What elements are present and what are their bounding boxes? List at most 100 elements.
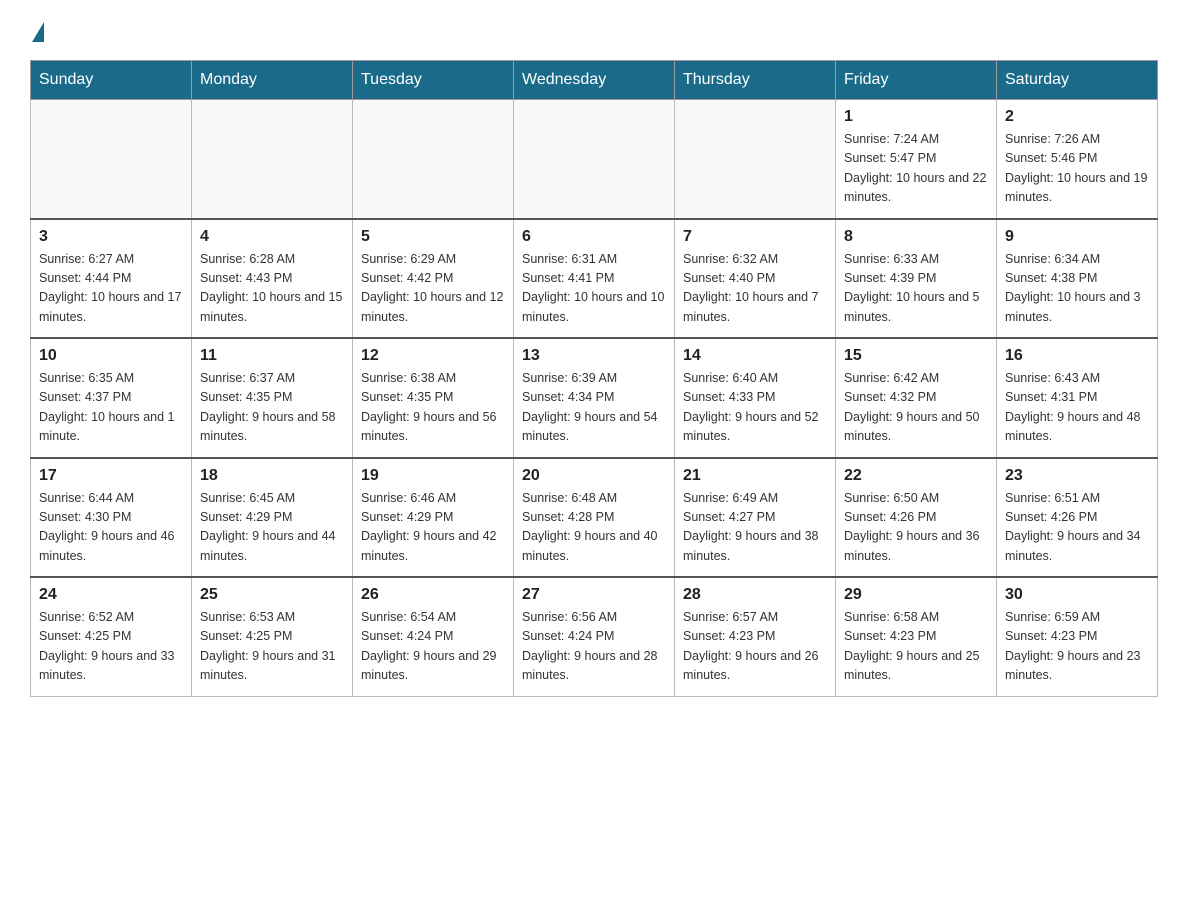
calendar-cell: 20 Sunrise: 6:48 AM Sunset: 4:28 PM Dayli… — [514, 458, 675, 578]
calendar-cell: 28Sunrise: 6:57 AM Sunset: 4:23 PM Dayli… — [675, 577, 836, 696]
day-number: 9 — [1005, 228, 1149, 246]
day-number: 25 — [200, 586, 344, 604]
day-number: 17 — [39, 467, 183, 485]
calendar-cell: 18 Sunrise: 6:45 AM Sunset: 4:29 PM Dayli… — [192, 458, 353, 578]
col-header-monday: Monday — [192, 61, 353, 100]
day-number: 12 — [361, 347, 505, 365]
calendar-cell: 23 Sunrise: 6:51 AM Sunset: 4:26 PM Dayli… — [997, 458, 1158, 578]
day-number: 14 — [683, 347, 827, 365]
calendar-cell: 25 Sunrise: 6:53 AM Sunset: 4:25 PM Dayli… — [192, 577, 353, 696]
day-number: 5 — [361, 228, 505, 246]
day-info: Sunrise: 6:29 AM Sunset: 4:42 PM Dayligh… — [361, 250, 505, 328]
day-info: Sunrise: 6:56 AM Sunset: 4:24 PM Dayligh… — [522, 608, 666, 686]
day-number: 20 — [522, 467, 666, 485]
day-info: Sunrise: 6:58 AM Sunset: 4:23 PM Dayligh… — [844, 608, 988, 686]
calendar-cell: 17 Sunrise: 6:44 AM Sunset: 4:30 PM Dayli… — [31, 458, 192, 578]
day-number: 15 — [844, 347, 988, 365]
calendar-cell: 3 Sunrise: 6:27 AM Sunset: 4:44 PM Daylig… — [31, 219, 192, 339]
day-info: Sunrise: 7:26 AM Sunset: 5:46 PM Dayligh… — [1005, 130, 1149, 208]
day-info: Sunrise: 6:35 AM Sunset: 4:37 PM Dayligh… — [39, 369, 183, 447]
day-info: Sunrise: 6:45 AM Sunset: 4:29 PM Dayligh… — [200, 489, 344, 567]
day-info: Sunrise: 6:54 AM Sunset: 4:24 PM Dayligh… — [361, 608, 505, 686]
calendar-cell: 14 Sunrise: 6:40 AM Sunset: 4:33 PM Dayli… — [675, 338, 836, 458]
calendar-cell: 10 Sunrise: 6:35 AM Sunset: 4:37 PM Dayli… — [31, 338, 192, 458]
day-info: Sunrise: 6:43 AM Sunset: 4:31 PM Dayligh… — [1005, 369, 1149, 447]
day-info: Sunrise: 6:39 AM Sunset: 4:34 PM Dayligh… — [522, 369, 666, 447]
day-info: Sunrise: 6:53 AM Sunset: 4:25 PM Dayligh… — [200, 608, 344, 686]
calendar-cell: 7Sunrise: 6:32 AM Sunset: 4:40 PM Daylig… — [675, 219, 836, 339]
day-number: 8 — [844, 228, 988, 246]
calendar-cell: 11Sunrise: 6:37 AM Sunset: 4:35 PM Dayli… — [192, 338, 353, 458]
day-number: 13 — [522, 347, 666, 365]
day-number: 6 — [522, 228, 666, 246]
day-number: 21 — [683, 467, 827, 485]
calendar-cell: 2 Sunrise: 7:26 AM Sunset: 5:46 PM Daylig… — [997, 100, 1158, 219]
day-info: Sunrise: 6:59 AM Sunset: 4:23 PM Dayligh… — [1005, 608, 1149, 686]
day-number: 24 — [39, 586, 183, 604]
calendar-cell: 9 Sunrise: 6:34 AM Sunset: 4:38 PM Daylig… — [997, 219, 1158, 339]
calendar-cell: 6 Sunrise: 6:31 AM Sunset: 4:41 PM Daylig… — [514, 219, 675, 339]
day-number: 30 — [1005, 586, 1149, 604]
day-info: Sunrise: 6:33 AM Sunset: 4:39 PM Dayligh… — [844, 250, 988, 328]
day-info: Sunrise: 6:44 AM Sunset: 4:30 PM Dayligh… — [39, 489, 183, 567]
calendar-cell — [675, 100, 836, 219]
day-info: Sunrise: 6:42 AM Sunset: 4:32 PM Dayligh… — [844, 369, 988, 447]
calendar-cell: 27 Sunrise: 6:56 AM Sunset: 4:24 PM Dayli… — [514, 577, 675, 696]
day-number: 1 — [844, 108, 988, 126]
calendar-cell: 19 Sunrise: 6:46 AM Sunset: 4:29 PM Dayli… — [353, 458, 514, 578]
day-number: 29 — [844, 586, 988, 604]
col-header-tuesday: Tuesday — [353, 61, 514, 100]
calendar-cell — [353, 100, 514, 219]
col-header-thursday: Thursday — [675, 61, 836, 100]
calendar-table: SundayMondayTuesdayWednesdayThursdayFrid… — [30, 60, 1158, 697]
day-info: Sunrise: 6:27 AM Sunset: 4:44 PM Dayligh… — [39, 250, 183, 328]
calendar-cell: 16 Sunrise: 6:43 AM Sunset: 4:31 PM Dayli… — [997, 338, 1158, 458]
day-number: 3 — [39, 228, 183, 246]
day-info: Sunrise: 6:38 AM Sunset: 4:35 PM Dayligh… — [361, 369, 505, 447]
calendar-cell: 30 Sunrise: 6:59 AM Sunset: 4:23 PM Dayli… — [997, 577, 1158, 696]
calendar-cell — [514, 100, 675, 219]
day-info: Sunrise: 6:28 AM Sunset: 4:43 PM Dayligh… — [200, 250, 344, 328]
calendar-cell: 1 Sunrise: 7:24 AM Sunset: 5:47 PM Daylig… — [836, 100, 997, 219]
day-number: 22 — [844, 467, 988, 485]
col-header-wednesday: Wednesday — [514, 61, 675, 100]
day-number: 7 — [683, 228, 827, 246]
col-header-friday: Friday — [836, 61, 997, 100]
day-info: Sunrise: 6:40 AM Sunset: 4:33 PM Dayligh… — [683, 369, 827, 447]
day-number: 18 — [200, 467, 344, 485]
calendar-cell — [192, 100, 353, 219]
calendar-cell: 5 Sunrise: 6:29 AM Sunset: 4:42 PM Daylig… — [353, 219, 514, 339]
day-number: 26 — [361, 586, 505, 604]
calendar-cell: 29 Sunrise: 6:58 AM Sunset: 4:23 PM Dayli… — [836, 577, 997, 696]
day-number: 27 — [522, 586, 666, 604]
day-number: 10 — [39, 347, 183, 365]
calendar-cell: 24Sunrise: 6:52 AM Sunset: 4:25 PM Dayli… — [31, 577, 192, 696]
logo — [30, 20, 46, 40]
day-info: Sunrise: 7:24 AM Sunset: 5:47 PM Dayligh… — [844, 130, 988, 208]
day-info: Sunrise: 6:51 AM Sunset: 4:26 PM Dayligh… — [1005, 489, 1149, 567]
day-info: Sunrise: 6:34 AM Sunset: 4:38 PM Dayligh… — [1005, 250, 1149, 328]
calendar-cell: 4 Sunrise: 6:28 AM Sunset: 4:43 PM Daylig… — [192, 219, 353, 339]
day-number: 28 — [683, 586, 827, 604]
day-info: Sunrise: 6:50 AM Sunset: 4:26 PM Dayligh… — [844, 489, 988, 567]
day-number: 23 — [1005, 467, 1149, 485]
day-info: Sunrise: 6:37 AM Sunset: 4:35 PM Dayligh… — [200, 369, 344, 447]
day-number: 19 — [361, 467, 505, 485]
logo-triangle-icon — [32, 22, 44, 42]
page-header — [30, 20, 1158, 40]
calendar-cell: 12 Sunrise: 6:38 AM Sunset: 4:35 PM Dayli… — [353, 338, 514, 458]
day-info: Sunrise: 6:48 AM Sunset: 4:28 PM Dayligh… — [522, 489, 666, 567]
calendar-cell: 21 Sunrise: 6:49 AM Sunset: 4:27 PM Dayli… — [675, 458, 836, 578]
day-number: 2 — [1005, 108, 1149, 126]
day-info: Sunrise: 6:31 AM Sunset: 4:41 PM Dayligh… — [522, 250, 666, 328]
day-number: 16 — [1005, 347, 1149, 365]
day-info: Sunrise: 6:46 AM Sunset: 4:29 PM Dayligh… — [361, 489, 505, 567]
calendar-cell: 8 Sunrise: 6:33 AM Sunset: 4:39 PM Daylig… — [836, 219, 997, 339]
calendar-cell: 13 Sunrise: 6:39 AM Sunset: 4:34 PM Dayli… — [514, 338, 675, 458]
col-header-sunday: Sunday — [31, 61, 192, 100]
calendar-cell: 15 Sunrise: 6:42 AM Sunset: 4:32 PM Dayli… — [836, 338, 997, 458]
col-header-saturday: Saturday — [997, 61, 1158, 100]
day-info: Sunrise: 6:49 AM Sunset: 4:27 PM Dayligh… — [683, 489, 827, 567]
calendar-cell — [31, 100, 192, 219]
day-number: 4 — [200, 228, 344, 246]
